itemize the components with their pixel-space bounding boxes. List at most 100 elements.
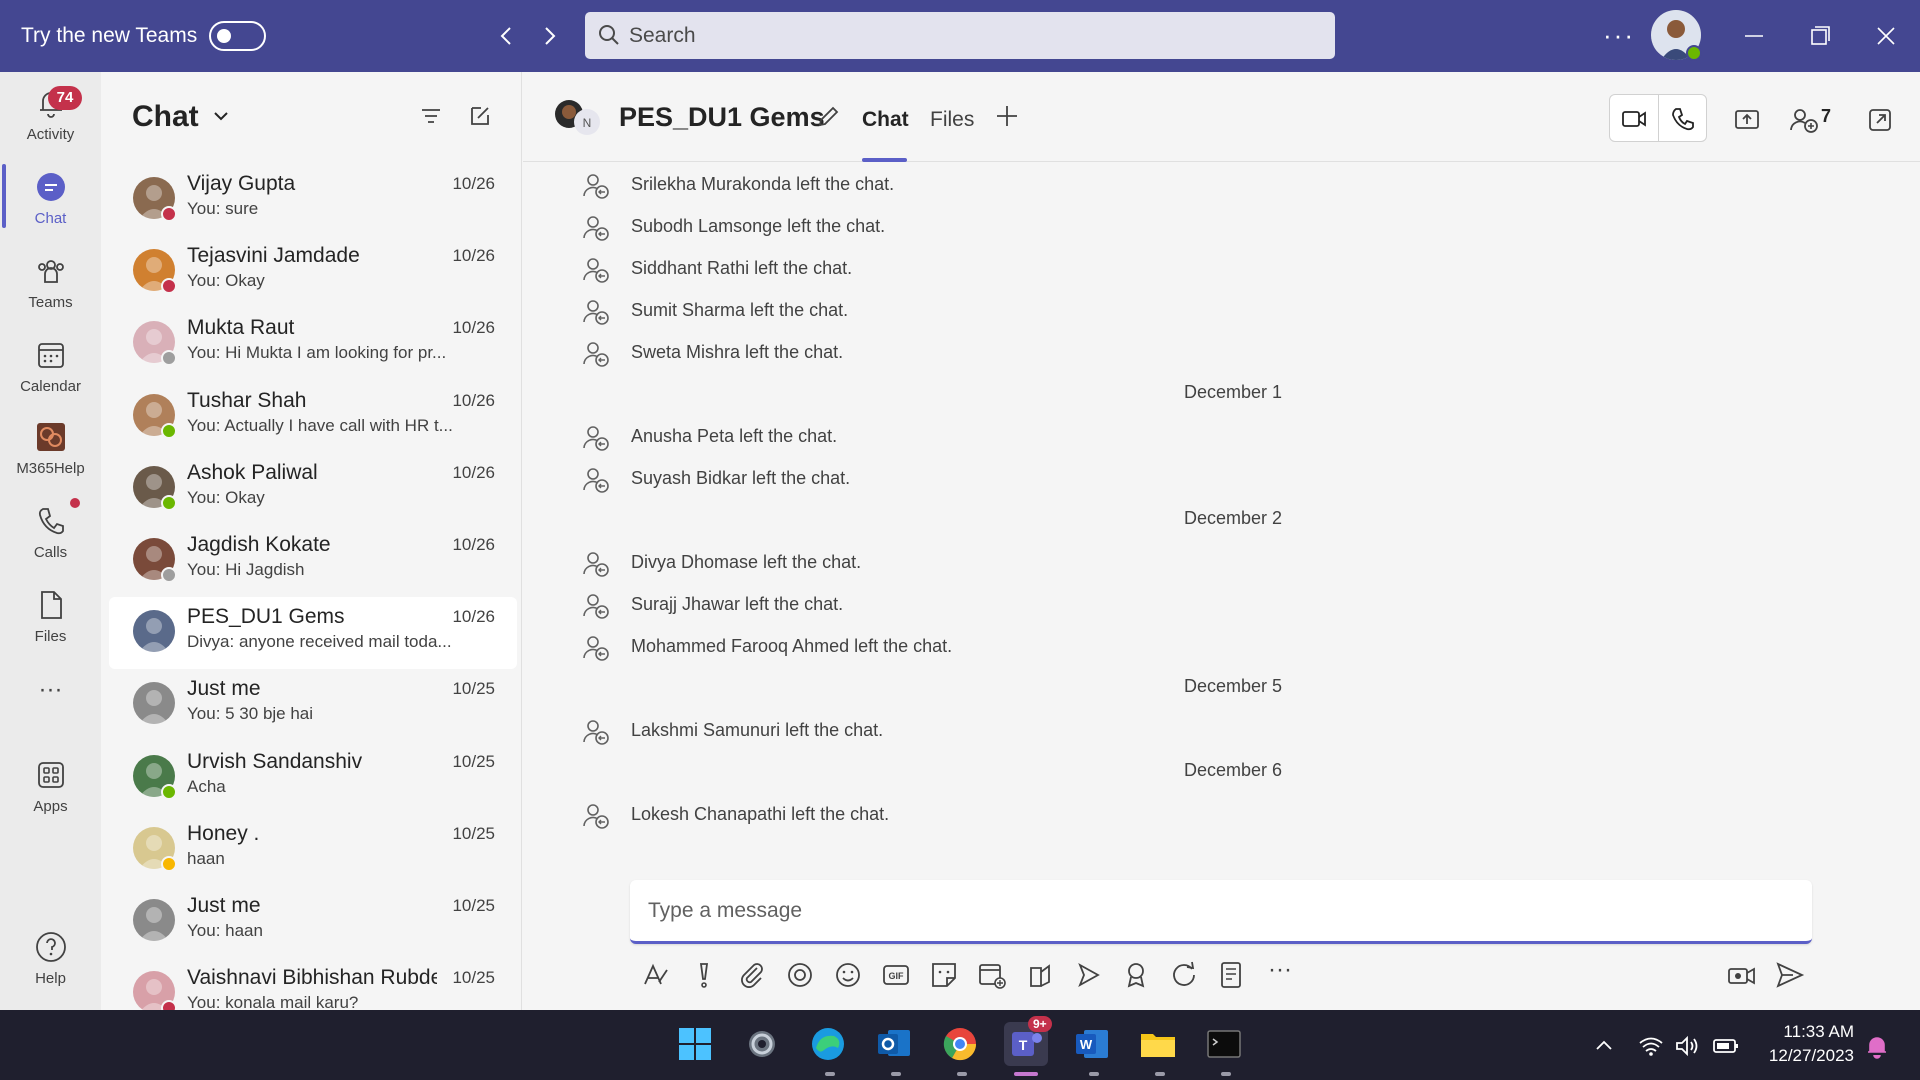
chat-list-item[interactable]: Honey . 10/25 haan [109, 814, 517, 886]
stream-icon[interactable] [1071, 958, 1105, 992]
word-icon[interactable]: W [1070, 1022, 1114, 1066]
audio-call-icon[interactable] [1670, 106, 1696, 132]
add-tab-icon[interactable] [993, 102, 1021, 130]
calls-notification-dot [70, 498, 80, 508]
loop-icon[interactable] [783, 958, 817, 992]
more-tools-icon[interactable]: ··· [1263, 956, 1297, 990]
teams-taskbar-button[interactable]: T 9+ [1004, 1016, 1052, 1066]
participants-icon[interactable] [1789, 106, 1819, 134]
compose-box[interactable] [630, 880, 1812, 944]
file-explorer-icon[interactable] [1136, 1022, 1180, 1066]
chrome-icon[interactable] [938, 1022, 982, 1066]
tab-chat[interactable]: Chat [862, 108, 909, 132]
emoji-icon[interactable] [831, 958, 865, 992]
windows-start-icon[interactable] [673, 1022, 717, 1066]
approvals-icon[interactable] [1119, 958, 1153, 992]
search-input[interactable] [629, 12, 1319, 59]
restore-icon[interactable] [1802, 18, 1838, 54]
chat-date: 10/26 [452, 390, 495, 410]
chat-list-item[interactable]: Ashok Paliwal 10/26 You: Okay [109, 453, 517, 525]
video-call-icon[interactable] [1621, 106, 1647, 132]
file-icon [41, 591, 62, 619]
volume-icon[interactable] [1674, 1034, 1700, 1058]
chat-list-item[interactable]: Vijay Gupta 10/26 You: sure [109, 164, 517, 236]
date-separator: December 1 [1183, 382, 1283, 402]
more-options-icon[interactable]: ··· [1603, 20, 1635, 51]
event-text: Anusha Peta left the chat. [631, 426, 838, 446]
sticker-icon[interactable] [927, 958, 961, 992]
settings-gear-icon[interactable] [740, 1022, 784, 1066]
chevron-up-icon[interactable] [1592, 1034, 1616, 1058]
message-input[interactable] [648, 880, 1788, 941]
terminal-icon[interactable] [1202, 1022, 1246, 1066]
rail-item-files[interactable]: Files [0, 582, 101, 662]
edge-browser-icon[interactable] [806, 1022, 850, 1066]
edit-name-icon[interactable] [815, 104, 841, 130]
chat-preview: You: sure [187, 199, 259, 218]
rail-item-activity[interactable]: 74 Activity [0, 80, 101, 160]
outlook-icon[interactable] [872, 1022, 916, 1066]
chat-list-item[interactable]: Urvish Sandanshiv 10/25 Acha [109, 742, 517, 814]
person-left-icon [583, 636, 609, 661]
title-bar: Try the new Teams ··· [0, 0, 1920, 72]
rail-item-help[interactable]: Help [0, 924, 101, 1004]
rail-item-apps[interactable]: Apps [0, 752, 101, 832]
important-icon[interactable] [687, 958, 721, 992]
chat-preview: You: Hi Mukta I am looking for pr... [187, 343, 447, 363]
rail-label-teams: Teams [28, 294, 73, 311]
back-arrow-icon[interactable] [493, 22, 521, 50]
new-chat-icon[interactable] [468, 104, 492, 128]
chat-list-item[interactable]: PES_DU1 Gems 10/26 Divya: anyone received … [109, 597, 517, 670]
rail-label-calls: Calls [33, 544, 68, 561]
chat-list-item[interactable]: Tushar Shah 10/26 You: Actually I have cal… [109, 381, 517, 453]
chat-list-item[interactable]: Tejasvini Jamdade 10/26 You: Okay [109, 236, 517, 308]
share-screen-icon[interactable] [1733, 106, 1761, 134]
clock-date[interactable]: 12/27/2023 [1758, 1046, 1854, 1066]
rail-item-teams[interactable]: Teams [0, 248, 101, 328]
updates-icon[interactable] [1167, 958, 1201, 992]
chat-date: 10/26 [452, 607, 495, 627]
profile-presence-dot [1686, 45, 1702, 61]
call-group-divider [1658, 95, 1659, 141]
new-teams-toggle[interactable] [209, 21, 266, 51]
rail-item-calls[interactable]: Calls [0, 498, 101, 578]
close-icon[interactable] [1868, 18, 1904, 54]
chat-list-item[interactable]: Just me 10/25 You: haan [109, 886, 517, 958]
filter-icon[interactable] [419, 104, 443, 128]
send-icon[interactable] [1773, 958, 1807, 992]
rail-item-calendar[interactable]: Calendar [0, 332, 101, 412]
forms-icon[interactable] [1215, 958, 1249, 992]
avatar [133, 610, 175, 653]
teams-taskbar-badge: 9+ [1028, 1016, 1052, 1032]
chat-list-item[interactable]: Mukta Raut 10/26 You: Hi Mukta I am lookin… [109, 308, 517, 380]
video-clip-icon[interactable] [1725, 958, 1759, 992]
format-icon[interactable] [639, 958, 673, 992]
apps-icon [38, 762, 64, 788]
try-new-teams-label: Try the new Teams [21, 24, 198, 47]
rail-item-more[interactable]: ··· [0, 666, 101, 746]
rail-item-chat[interactable]: Chat [0, 164, 101, 244]
rail-item-m365help[interactable]: M365Help [0, 414, 101, 494]
minimize-icon[interactable] [1736, 18, 1772, 54]
chat-date: 10/25 [452, 751, 495, 771]
chat-list-item[interactable]: Jagdish Kokate 10/26 You: Hi Jagdish [109, 525, 517, 597]
chevron-down-icon[interactable] [211, 106, 231, 126]
chat-date: 10/26 [452, 462, 495, 482]
chat-name: Tushar Shah [187, 388, 307, 412]
battery-icon[interactable] [1712, 1034, 1740, 1058]
tab-files[interactable]: Files [930, 108, 974, 132]
chat-name: Just me [187, 677, 261, 701]
wifi-icon[interactable] [1638, 1034, 1664, 1058]
pop-out-icon[interactable] [1866, 106, 1894, 134]
search-box[interactable] [585, 12, 1335, 59]
chat-preview: You: Hi Jagdish [187, 560, 305, 579]
notification-bell-icon[interactable] [1864, 1034, 1890, 1060]
clock-time[interactable]: 11:33 AM [1758, 1022, 1854, 1042]
chat-list-item[interactable]: Just me 10/25 You: 5 30 bje hai [109, 669, 517, 741]
phone-icon [38, 508, 64, 535]
praise-icon[interactable] [1023, 958, 1057, 992]
gif-icon[interactable]: GIF [879, 958, 913, 992]
forward-arrow-icon[interactable] [535, 22, 563, 50]
attach-icon[interactable] [735, 958, 769, 992]
schedule-meeting-icon[interactable] [975, 958, 1009, 992]
